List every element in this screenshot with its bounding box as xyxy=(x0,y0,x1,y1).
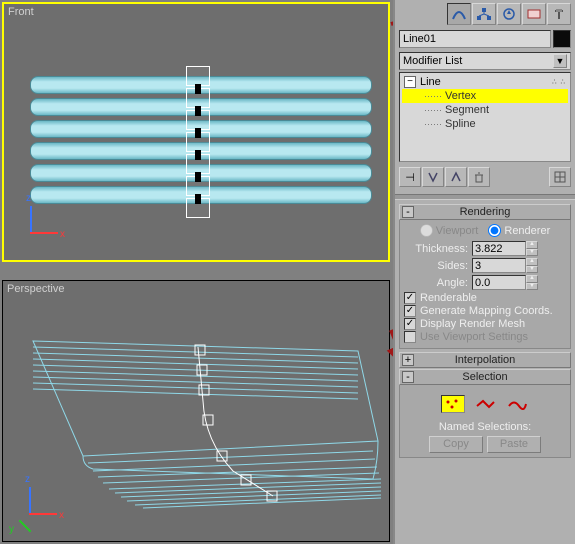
rollout-rendering-title: Rendering xyxy=(400,206,570,218)
viewport-label-front: Front xyxy=(8,6,34,18)
collapse-icon[interactable]: − xyxy=(404,76,416,88)
object-name-input[interactable] xyxy=(399,30,551,48)
radio-renderer[interactable]: Renderer xyxy=(488,224,550,237)
rollout-interpolation-header[interactable]: + Interpolation xyxy=(399,352,571,368)
angle-label: Angle: xyxy=(404,277,468,289)
stack-sub-vertex[interactable]: Vertex xyxy=(402,89,568,103)
modifier-stack[interactable]: − Line ∴ ∴ Vertex Segment Spline xyxy=(399,72,571,162)
sides-label: Sides: xyxy=(404,260,468,272)
viewport-front[interactable]: Front z x xyxy=(2,2,390,262)
bench-perspective xyxy=(23,321,383,531)
stack-sub-spline[interactable]: Spline xyxy=(402,117,568,131)
modifier-list-label: Modifier List xyxy=(403,55,462,67)
sides-spinner[interactable]: ▲▼ xyxy=(526,258,538,273)
rollout-minus-icon-2: - xyxy=(402,371,414,383)
renderable-checkbox[interactable]: ✓ xyxy=(404,292,416,304)
thickness-label: Thickness: xyxy=(404,243,468,255)
rollout-selection-body: Named Selections: Copy Paste xyxy=(399,385,571,458)
vertex-subobj-icon[interactable] xyxy=(441,395,465,413)
thickness-input[interactable] xyxy=(472,241,526,256)
sides-input[interactable] xyxy=(472,258,526,273)
copy-button[interactable]: Copy xyxy=(429,436,483,453)
angle-input[interactable] xyxy=(472,275,526,290)
axis-gizmo-persp: z x y xyxy=(11,483,61,533)
display-tab-icon[interactable] xyxy=(522,3,546,25)
rollout-plus-icon: + xyxy=(402,354,414,366)
utilities-tab-icon[interactable] xyxy=(547,3,571,25)
thickness-spinner[interactable]: ▲▼ xyxy=(526,241,538,256)
stack-sub-segment[interactable]: Segment xyxy=(402,103,568,117)
stack-root-label: Line xyxy=(420,76,441,88)
rollout-rendering-header[interactable]: - Rendering xyxy=(399,204,571,220)
command-panel-tabs xyxy=(395,0,575,28)
rollout-rendering-body: Viewport Renderer Thickness: ▲▼ Sides: ▲… xyxy=(399,220,571,349)
pin-stack-icon[interactable]: ⊣ xyxy=(399,167,421,187)
make-unique-icon[interactable] xyxy=(445,167,467,187)
paste-button[interactable]: Paste xyxy=(487,436,541,453)
rollout-selection-title: Selection xyxy=(400,371,570,383)
remove-modifier-icon[interactable] xyxy=(468,167,490,187)
angle-spinner[interactable]: ▲▼ xyxy=(526,275,538,290)
rollout-selection-header[interactable]: - Selection xyxy=(399,369,571,385)
object-color-swatch[interactable] xyxy=(553,30,571,48)
viewport-perspective[interactable]: Perspective xyxy=(2,280,390,542)
modify-tab-icon[interactable] xyxy=(447,3,471,25)
rollout-interpolation-title: Interpolation xyxy=(400,354,570,366)
use-viewport-label: Use Viewport Settings xyxy=(420,331,528,343)
dropdown-arrow-icon: ▼ xyxy=(553,54,567,68)
modifier-list-dropdown[interactable]: Modifier List ▼ xyxy=(399,52,571,70)
segment-subobj-icon[interactable] xyxy=(473,395,497,413)
configure-sets-icon[interactable] xyxy=(549,167,571,187)
display-mesh-label: Display Render Mesh xyxy=(420,318,525,330)
stack-toolbar: ⊣ xyxy=(395,164,575,190)
hierarchy-tab-icon[interactable] xyxy=(472,3,496,25)
command-panel: Modifier List ▼ − Line ∴ ∴ Vertex Segmen… xyxy=(393,0,575,544)
spline-subobj-icon[interactable] xyxy=(505,395,529,413)
radio-viewport[interactable]: Viewport xyxy=(420,224,479,237)
renderable-label: Renderable xyxy=(420,292,477,304)
show-end-result-icon[interactable] xyxy=(422,167,444,187)
use-viewport-checkbox[interactable] xyxy=(404,331,416,343)
rollout-minus-icon: - xyxy=(402,206,414,218)
motion-tab-icon[interactable] xyxy=(497,3,521,25)
display-mesh-checkbox[interactable]: ✓ xyxy=(404,318,416,330)
mapping-coords-label: Generate Mapping Coords. xyxy=(420,305,553,317)
mapping-coords-checkbox[interactable]: ✓ xyxy=(404,305,416,317)
stack-root[interactable]: − Line ∴ ∴ xyxy=(402,75,568,89)
spline-gizmo[interactable] xyxy=(186,66,210,214)
viewport-label-perspective: Perspective xyxy=(7,283,64,295)
named-selections-label: Named Selections: xyxy=(404,421,566,433)
axis-gizmo: z x xyxy=(12,202,62,252)
